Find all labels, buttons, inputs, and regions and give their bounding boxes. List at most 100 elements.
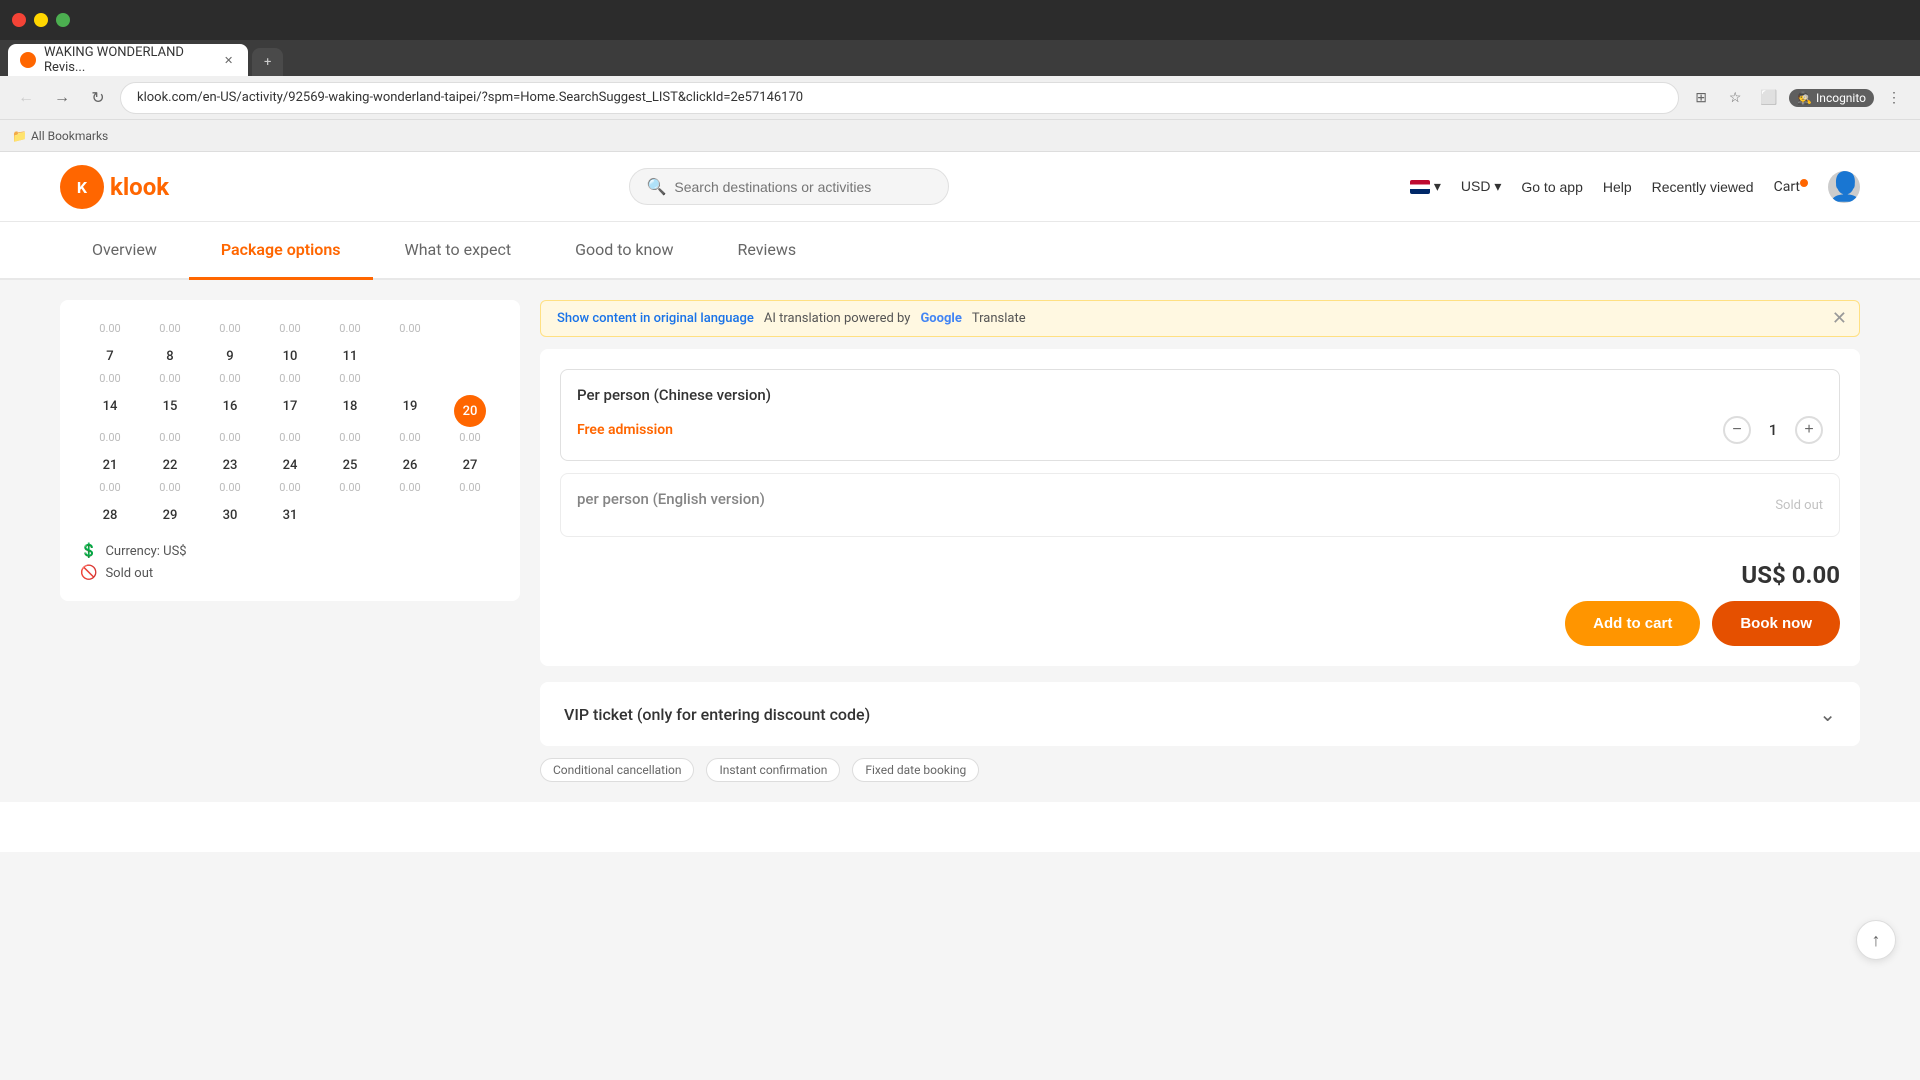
cal-day[interactable]: 30 xyxy=(200,504,260,527)
reload-button[interactable]: ↻ xyxy=(84,84,112,112)
flag-icon xyxy=(1410,180,1430,194)
cart-button[interactable]: Cart xyxy=(1774,179,1808,195)
menu-icon[interactable]: ⋮ xyxy=(1880,84,1908,112)
cal-day[interactable]: 26 xyxy=(380,454,440,477)
tab-package-options[interactable]: Package options xyxy=(189,222,373,280)
tab-what-to-expect[interactable]: What to expect xyxy=(373,222,544,280)
search-input[interactable] xyxy=(674,179,932,195)
incognito-icon: 🕵 xyxy=(1797,91,1812,105)
cal-day[interactable]: 15 xyxy=(140,395,200,427)
language-selector[interactable]: ▾ xyxy=(1410,179,1441,195)
cal-day[interactable]: 27 xyxy=(440,454,500,477)
cal-day[interactable]: 24 xyxy=(260,454,320,477)
address-bar[interactable]: klook.com/en-US/activity/92569-waking-wo… xyxy=(120,82,1679,114)
user-avatar[interactable]: 👤 xyxy=(1828,171,1860,203)
quantity-increase-button[interactable]: + xyxy=(1795,416,1823,444)
cast-icon[interactable]: ⊞ xyxy=(1687,84,1715,112)
sold-out-icon: 🚫 xyxy=(80,565,97,581)
cal-day[interactable]: 18 xyxy=(320,395,380,427)
tab-reviews[interactable]: Reviews xyxy=(706,222,829,280)
bookmarks-bar: 📁 All Bookmarks xyxy=(0,120,1920,152)
browser-window: WAKING WONDERLAND Revis... ✕ + ← → ↻ klo… xyxy=(0,0,1920,152)
scroll-to-top-button[interactable]: ↑ xyxy=(1856,920,1896,960)
site-header: K klook 🔍 ▾ USD ▾ Go to app Help Recentl… xyxy=(0,152,1920,222)
search-bar[interactable]: 🔍 xyxy=(629,168,949,205)
option-chinese-title: Per person (Chinese version) xyxy=(577,386,1823,404)
go-to-app-button[interactable]: Go to app xyxy=(1521,179,1583,195)
bookmark-icon[interactable]: ☆ xyxy=(1721,84,1749,112)
show-original-link[interactable]: Show content in original language xyxy=(557,311,754,326)
val-cell: 0.00 xyxy=(200,370,260,387)
cal-day[interactable]: 10 xyxy=(260,345,320,368)
vip-section[interactable]: VIP ticket (only for entering discount c… xyxy=(540,682,1860,746)
cart-badge xyxy=(1800,179,1808,187)
cal-day[interactable]: 16 xyxy=(200,395,260,427)
val-cell: 0.00 xyxy=(80,479,140,496)
option-english-row: per person (English version) Sold out xyxy=(577,490,1823,520)
tag-conditional-cancellation: Conditional cancellation xyxy=(540,758,694,782)
tag-instant-confirmation: Instant confirmation xyxy=(706,758,840,782)
logo-text[interactable]: klook xyxy=(110,173,169,201)
minimize-window-button[interactable] xyxy=(34,13,48,27)
cal-day xyxy=(320,504,380,527)
currency-selector[interactable]: USD ▾ xyxy=(1461,178,1501,195)
val-cell: 0.00 xyxy=(80,320,140,337)
cal-day-selected[interactable]: 20 xyxy=(454,395,486,427)
calendar-row-days: 14 15 16 17 18 19 20 xyxy=(80,395,500,427)
val-cell: 0.00 xyxy=(380,320,440,337)
cal-day[interactable]: 14 xyxy=(80,395,140,427)
tab-title: WAKING WONDERLAND Revis... xyxy=(44,45,213,75)
svg-text:K: K xyxy=(77,178,88,197)
forward-button[interactable]: → xyxy=(48,84,76,112)
klook-logo-icon[interactable]: K xyxy=(60,165,104,209)
cal-day xyxy=(380,504,440,527)
cal-day[interactable]: 22 xyxy=(140,454,200,477)
val-cell: 0.00 xyxy=(140,429,200,446)
val-cell: 0.00 xyxy=(380,429,440,446)
active-tab[interactable]: WAKING WONDERLAND Revis... ✕ xyxy=(8,44,248,76)
add-to-cart-button[interactable]: Add to cart xyxy=(1565,601,1700,646)
cal-day[interactable]: 11 xyxy=(320,345,380,368)
profile-icon[interactable]: ⬜ xyxy=(1755,84,1783,112)
tab-good-to-know[interactable]: Good to know xyxy=(543,222,705,280)
chevron-down-icon[interactable]: ⌄ xyxy=(1819,702,1836,726)
booking-option-english: per person (English version) Sold out xyxy=(560,473,1840,537)
cal-day[interactable]: 25 xyxy=(320,454,380,477)
new-tab-button[interactable]: + xyxy=(252,48,283,76)
sold-out-status: Sold out xyxy=(1775,498,1823,513)
bookmarks-folder[interactable]: 📁 All Bookmarks xyxy=(12,129,108,143)
tab-overview[interactable]: Overview xyxy=(60,222,189,280)
incognito-label: Incognito xyxy=(1816,91,1866,105)
quantity-decrease-button[interactable]: − xyxy=(1723,416,1751,444)
cal-day[interactable]: 7 xyxy=(80,345,140,368)
action-buttons: Add to cart Book now xyxy=(560,601,1840,646)
cal-day[interactable]: 21 xyxy=(80,454,140,477)
banner-close-button[interactable]: ✕ xyxy=(1832,308,1847,329)
back-button[interactable]: ← xyxy=(12,84,40,112)
cal-day[interactable]: 8 xyxy=(140,345,200,368)
cal-day[interactable]: 9 xyxy=(200,345,260,368)
booking-panel: Per person (Chinese version) Free admiss… xyxy=(540,349,1860,666)
book-now-button[interactable]: Book now xyxy=(1712,601,1840,646)
calendar-area: 0.00 0.00 0.00 0.00 0.00 0.00 7 8 9 10 xyxy=(60,300,520,601)
maximize-window-button[interactable] xyxy=(56,13,70,27)
cal-day[interactable]: 29 xyxy=(140,504,200,527)
val-cell: 0.00 xyxy=(320,370,380,387)
close-window-button[interactable] xyxy=(12,13,26,27)
cal-day[interactable]: 28 xyxy=(80,504,140,527)
tab-close-button[interactable]: ✕ xyxy=(221,52,236,68)
cal-day[interactable]: 19 xyxy=(380,395,440,427)
cal-day[interactable]: 23 xyxy=(200,454,260,477)
help-button[interactable]: Help xyxy=(1603,179,1632,195)
right-panel: Show content in original language AI tra… xyxy=(540,300,1860,782)
cal-day[interactable]: 17 xyxy=(260,395,320,427)
toolbar-actions: ⊞ ☆ ⬜ 🕵 Incognito ⋮ xyxy=(1687,84,1908,112)
nav-tabs: Overview Package options What to expect … xyxy=(0,222,1920,280)
folder-icon: 📁 xyxy=(12,129,27,143)
free-admission-badge: Free admission xyxy=(577,422,673,438)
val-cell xyxy=(440,320,500,337)
recently-viewed-button[interactable]: Recently viewed xyxy=(1652,179,1754,195)
cal-day[interactable]: 31 xyxy=(260,504,320,527)
calendar-row-days: 28 29 30 31 xyxy=(80,504,500,527)
browser-toolbar: ← → ↻ klook.com/en-US/activity/92569-wak… xyxy=(0,76,1920,120)
